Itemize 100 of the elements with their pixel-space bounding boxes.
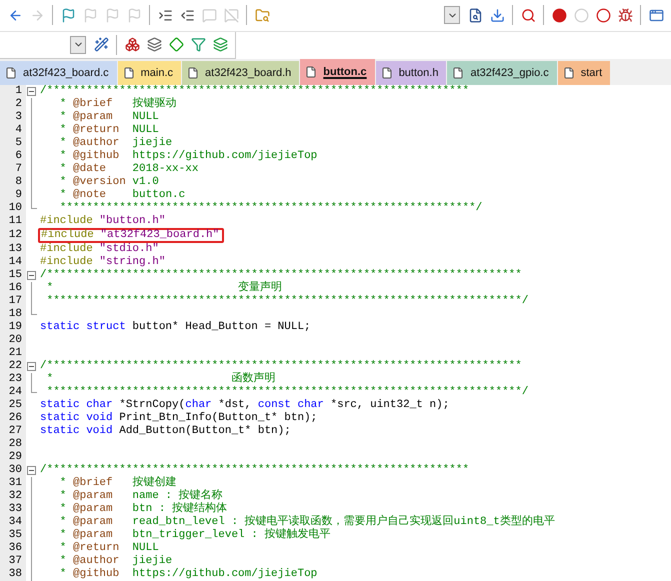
code-line: ************************************************************************/ (46, 295, 528, 308)
fold-toggle-icon[interactable] (27, 362, 36, 371)
cubes-icon (124, 37, 140, 52)
line-number: 9 (14, 189, 23, 202)
code-line: * @brief 按键驱动 (58, 98, 176, 111)
code-line: * @param NULL (58, 111, 159, 124)
file-tab[interactable]: start (558, 61, 610, 85)
dropdown-button[interactable] (70, 36, 86, 54)
line-number: 2 (14, 98, 23, 111)
code-line: ***************************************************************/ (58, 202, 482, 215)
line-number: 22 (8, 360, 23, 373)
file-icon (122, 67, 135, 79)
code-line: #include "button.h" (40, 215, 166, 228)
line-number: 30 (8, 464, 23, 477)
flag-icon (126, 8, 142, 23)
code-line: static void Print_Btn_Info(Button_t* btn); (40, 412, 318, 425)
line-number: 29 (8, 451, 23, 464)
code-line: /**************************************************************** (40, 464, 470, 476)
download-icon (490, 8, 504, 23)
line-number: 5 (14, 137, 23, 150)
code-line: * @author jiejie (58, 555, 172, 568)
file-icon (562, 67, 575, 79)
funnel-icon (190, 37, 206, 52)
code-line: * @author jiejie (58, 137, 172, 150)
dropdown-button[interactable] (444, 6, 460, 24)
code-line: * @param btn : 按键结构体 (58, 503, 228, 516)
line-number: 15 (8, 269, 23, 282)
file-icon (452, 67, 464, 79)
code-line: * @return NULL (58, 124, 159, 137)
line-number: 11 (8, 215, 23, 228)
line-number: 4 (14, 124, 23, 137)
code-line: * @param read_btn_level : 按键电平读取函数，需要用户自己实现返回uint8_t类型的电平 (58, 516, 555, 528)
code-line: * @param btn_trigger_level : 按键触发电平 (58, 529, 330, 542)
line-number: 33 (8, 503, 23, 516)
uncomment-icon (224, 8, 238, 23)
line-number: 32 (8, 490, 23, 503)
circle-icon (574, 8, 588, 23)
file-icon (380, 67, 393, 79)
file-icon (5, 67, 17, 79)
line-number: 25 (8, 399, 23, 412)
code-line: static void Add_Button(Button_t* btn); (40, 425, 291, 438)
bug-icon (618, 8, 632, 23)
code-line: #include "stdio.h" (40, 243, 159, 256)
line-number: 1 (14, 85, 23, 98)
magnifier-icon (520, 8, 536, 23)
code-line: * @param name : 按键名称 (58, 490, 223, 502)
code-line: static char *StrnCopy(char *dst, const char *src, uint32_t n); (40, 399, 450, 412)
file-tab[interactable]: at32f423_board.h (182, 61, 300, 85)
line-number: 21 (8, 347, 23, 360)
indent-icon (158, 8, 172, 23)
flag-icon (104, 8, 120, 23)
unindent-icon (180, 8, 194, 23)
filled-circle-icon (552, 8, 566, 23)
line-number: 3 (14, 111, 23, 124)
line-number: 13 (8, 243, 23, 256)
code-line: ************************************************************************/ (46, 386, 528, 399)
fold-toggle-icon[interactable] (27, 87, 36, 96)
code-line: * 变量声明 (46, 282, 282, 295)
line-number: 17 (8, 295, 23, 308)
line-number: 38 (8, 568, 23, 581)
code-line: * @github https://github.com/jiejieTop (58, 150, 318, 163)
code-line: /************************************************************************ (40, 360, 522, 372)
diamond-icon (168, 37, 184, 52)
wand-icon (94, 37, 108, 52)
line-number: 18 (8, 308, 23, 321)
stack-icon (212, 37, 228, 52)
file-tab[interactable]: at32f423_gpio.c (447, 61, 557, 85)
window-icon (648, 8, 664, 23)
fold-toggle-icon[interactable] (27, 466, 36, 475)
code-line: * 函数声明 (46, 373, 276, 386)
line-number: 28 (8, 438, 23, 451)
line-number: 37 (8, 555, 23, 568)
code-line: * @version v1.0 (58, 176, 159, 189)
code-line: * @date 2018-xx-xx (58, 163, 198, 176)
document-search-icon (468, 8, 482, 23)
flag-icon (82, 8, 98, 23)
code-line: #include "at32f423_board.h" (41, 229, 220, 241)
file-tab[interactable]: main.c (118, 61, 182, 85)
line-number: 20 (8, 334, 23, 347)
file-tab[interactable]: button.c (300, 59, 375, 85)
file-icon (305, 66, 318, 78)
file-tab[interactable]: at32f423_board.c (0, 61, 117, 85)
line-number: 12 (8, 229, 23, 242)
file-tab[interactable]: button.h (376, 61, 446, 85)
code-line: * @brief 按键创建 (58, 477, 176, 490)
line-number: 8 (14, 176, 23, 189)
flag-icon (60, 8, 76, 23)
line-number: 35 (8, 529, 23, 542)
fold-toggle-icon[interactable] (27, 271, 36, 280)
line-number: 27 (8, 425, 23, 438)
code-line: /**************************************************************** (40, 85, 470, 97)
line-number: 14 (8, 256, 23, 269)
line-number: 36 (8, 542, 23, 555)
line-number: 19 (8, 321, 23, 334)
code-line: /************************************************************************ (40, 269, 522, 281)
line-number: 10 (8, 202, 23, 215)
code-line: * @return NULL (58, 542, 159, 555)
line-number: 26 (8, 412, 23, 425)
line-number: 31 (8, 477, 23, 490)
comment-icon (202, 8, 216, 23)
